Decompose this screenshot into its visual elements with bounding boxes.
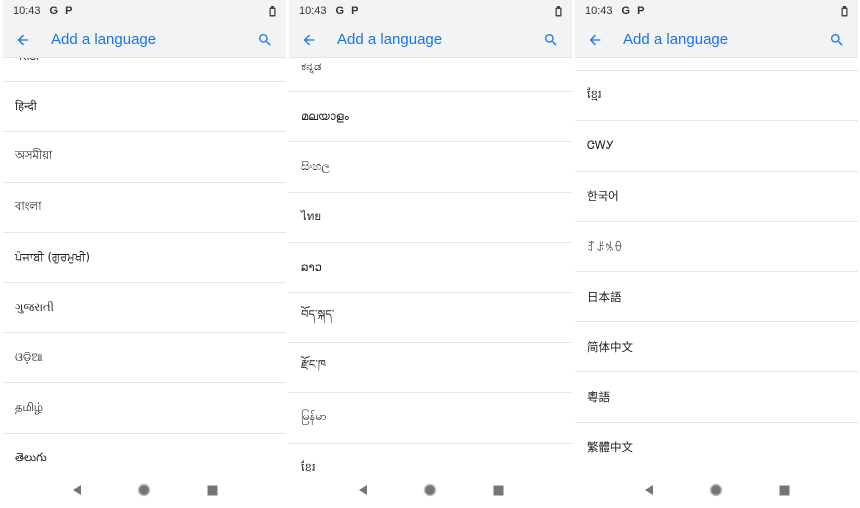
phone-screen-1: 10:43 G P Add a language मराठी हिन्दी অস… (3, 0, 286, 508)
nav-back-button[interactable] (637, 478, 661, 502)
language-item[interactable]: বাংলা (3, 183, 286, 233)
app-bar: Add a language (289, 22, 572, 58)
language-item[interactable]: ಕನ್ನಡ (289, 58, 572, 93)
status-bar: 10:43 G P (289, 0, 572, 22)
language-list[interactable]: मराठी हिन्दी অসমীয়া বাংলা ਪੰਜਾਬੀ (ਗੁਰਮੁ… (3, 58, 286, 472)
battery-icon (555, 5, 562, 17)
phone-screen-3: 10:43 G P Add a language ខ្មែរ ᏣᎳᎩ 한국어 ꆈ… (575, 0, 858, 508)
triangle-back-icon (72, 485, 81, 495)
language-item[interactable]: ខ្មែរ (289, 444, 572, 472)
language-list[interactable]: ខ្មែរ ᏣᎳᎩ 한국어 ꆈꌠꁱꂷ 日本語 简体中文 粵語 繁體中文 (575, 58, 858, 472)
language-item[interactable]: 繁體中文 (575, 423, 858, 472)
google-icon: G (49, 5, 59, 17)
page-title: Add a language (623, 31, 729, 48)
page-title: Add a language (337, 31, 443, 48)
language-item[interactable]: ᏣᎳᎩ (575, 121, 858, 172)
language-item[interactable]: 日本語 (575, 272, 858, 323)
system-nav-bar (575, 472, 858, 508)
language-item[interactable]: 简体中文 (575, 322, 858, 373)
nav-recents-button[interactable] (486, 478, 510, 502)
language-item[interactable]: 粵語 (575, 372, 858, 423)
search-button[interactable] (250, 22, 280, 58)
search-icon (259, 34, 271, 46)
language-item[interactable]: ગુજરાતી (3, 283, 286, 334)
system-nav-bar (289, 472, 572, 508)
triangle-back-icon (644, 485, 653, 495)
language-item[interactable]: తెలుగు (3, 434, 286, 473)
back-button[interactable] (289, 22, 329, 58)
search-button[interactable] (822, 22, 852, 58)
screenshot-stage: 10:43 G P Add a language मराठी हिन्दी অস… (0, 0, 860, 508)
battery-icon (841, 5, 848, 17)
square-recents-icon (779, 485, 790, 495)
language-item[interactable]: བོད་སྐད་ (289, 293, 572, 344)
language-item[interactable]: 한국어 (575, 172, 858, 222)
arrow-back-icon (589, 34, 601, 45)
language-item[interactable]: ਪੰਜਾਬੀ (ਗੁਰਮੁਖੀ) (3, 233, 286, 283)
battery-icon (269, 5, 276, 17)
language-item[interactable]: മലയാളം (289, 92, 572, 143)
nav-home-button[interactable] (704, 478, 728, 502)
app-bar: Add a language (575, 22, 858, 58)
nav-back-button[interactable] (65, 478, 89, 502)
status-time: 10:43 (585, 5, 613, 17)
language-item[interactable]: မြန်မာ (289, 393, 572, 444)
language-item[interactable]: ꆈꌠꁱꂷ (575, 222, 858, 272)
nav-home-button[interactable] (418, 478, 442, 502)
nav-back-button[interactable] (351, 478, 375, 502)
circle-home-icon (710, 483, 723, 497)
language-item[interactable]: ខ្មែរ (575, 71, 858, 122)
status-bar: 10:43 G P (575, 0, 858, 22)
language-item[interactable]: ଓଡ଼ିଆ (3, 333, 286, 384)
language-list[interactable]: ಕನ್ನಡ മലയാളം සිංහල ไทย ລາວ བོད་སྐད་ རྫོང… (289, 58, 572, 472)
back-button[interactable] (3, 22, 43, 58)
language-item[interactable]: हिन्दी (3, 82, 286, 133)
phone-screen-2: 10:43 G P Add a language ಕನ್ನಡ മലയാളം සි… (289, 0, 572, 508)
language-item[interactable]: සිංහල (289, 142, 572, 193)
status-bar: 10:43 G P (3, 0, 286, 22)
p-notification-icon: P (351, 5, 359, 17)
arrow-back-icon (17, 34, 29, 45)
p-notification-icon: P (65, 5, 73, 17)
back-button[interactable] (575, 22, 615, 58)
p-notification-icon: P (637, 5, 645, 17)
square-recents-icon (493, 485, 504, 495)
language-item[interactable]: தமிழ் (3, 383, 286, 434)
language-item[interactable]: অসমীয়া (3, 132, 286, 183)
nav-recents-button[interactable] (772, 478, 796, 502)
search-icon (545, 34, 557, 46)
page-title: Add a language (51, 31, 157, 48)
circle-home-icon (138, 483, 151, 497)
nav-recents-button[interactable] (200, 478, 224, 502)
search-button[interactable] (536, 22, 566, 58)
google-icon: G (621, 5, 631, 17)
google-icon: G (335, 5, 345, 17)
status-time: 10:43 (13, 5, 41, 17)
system-nav-bar (3, 472, 286, 508)
triangle-back-icon (358, 485, 367, 495)
app-bar: Add a language (3, 22, 286, 58)
language-item[interactable]: ไทย (289, 193, 572, 243)
language-item[interactable]: རྫོང་ཁ (289, 343, 572, 394)
nav-home-button[interactable] (132, 478, 156, 502)
language-item[interactable]: ລາວ (289, 243, 572, 293)
circle-home-icon (424, 483, 437, 497)
arrow-back-icon (303, 34, 315, 45)
language-item[interactable]: मराठी (3, 58, 286, 83)
search-icon (831, 34, 843, 46)
language-item[interactable] (575, 58, 858, 72)
square-recents-icon (207, 485, 218, 495)
status-time: 10:43 (299, 5, 327, 17)
